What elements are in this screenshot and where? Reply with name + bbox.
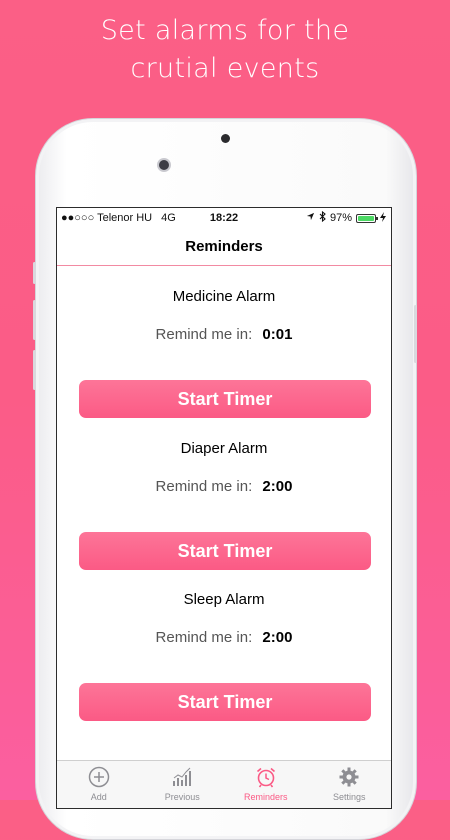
start-timer-button[interactable]: Start Timer [79, 380, 371, 418]
remind-label: Remind me in: [155, 326, 253, 343]
page-title: Reminders [185, 238, 263, 255]
remind-value[interactable]: 2:00 [262, 629, 292, 646]
promo-headline: Set alarms for the crutial events [0, 12, 450, 88]
battery-percent: 97% [329, 212, 352, 224]
remind-label: Remind me in: [155, 478, 253, 495]
alarm-title: Sleep Alarm [183, 591, 265, 608]
tab-label: Add [90, 792, 107, 802]
phone-speaker [221, 134, 230, 143]
app-screen: ●●○○○ Telenor HU 4G 18:22 97% Reminders … [56, 207, 392, 809]
remind-row: Remind me in: 0:01 [57, 326, 391, 343]
promo-headline-line2: crutial events [130, 53, 320, 84]
tab-bar: Add Previous Reminders Settings [57, 760, 392, 808]
navigation-bar: Reminders [57, 228, 391, 266]
alarm-title: Medicine Alarm [172, 288, 276, 305]
battery-fill [358, 215, 374, 221]
phone-volume-down [33, 350, 36, 390]
status-right: 97% [306, 210, 386, 225]
charging-bolt-icon [380, 211, 386, 225]
bluetooth-icon [319, 210, 326, 225]
tab-reminders[interactable]: Reminders [224, 761, 308, 808]
remind-label: Remind me in: [155, 629, 253, 646]
remind-row: Remind me in: 2:00 [57, 629, 391, 646]
phone-camera [157, 158, 171, 172]
tab-label: Reminders [243, 792, 288, 802]
status-bar: ●●○○○ Telenor HU 4G 18:22 97% [57, 208, 391, 228]
phone-mute-switch [33, 262, 36, 284]
tab-label: Settings [332, 792, 366, 802]
tab-label: Previous [164, 792, 200, 802]
tab-settings[interactable]: Settings [308, 761, 392, 808]
remind-value[interactable]: 2:00 [262, 478, 292, 495]
remind-row: Remind me in: 2:00 [57, 478, 391, 495]
battery-icon [356, 213, 378, 223]
start-timer-button[interactable]: Start Timer [79, 532, 371, 570]
tab-add[interactable]: Add [57, 761, 141, 808]
phone-power-button [414, 305, 417, 363]
tab-previous[interactable]: Previous [141, 761, 225, 808]
remind-value[interactable]: 0:01 [262, 326, 292, 343]
location-arrow-icon [306, 212, 315, 224]
promo-headline-line1: Set alarms for the [100, 15, 350, 46]
start-timer-button[interactable]: Start Timer [79, 683, 371, 721]
phone-volume-up [33, 300, 36, 340]
alarm-title: Diaper Alarm [180, 440, 268, 457]
